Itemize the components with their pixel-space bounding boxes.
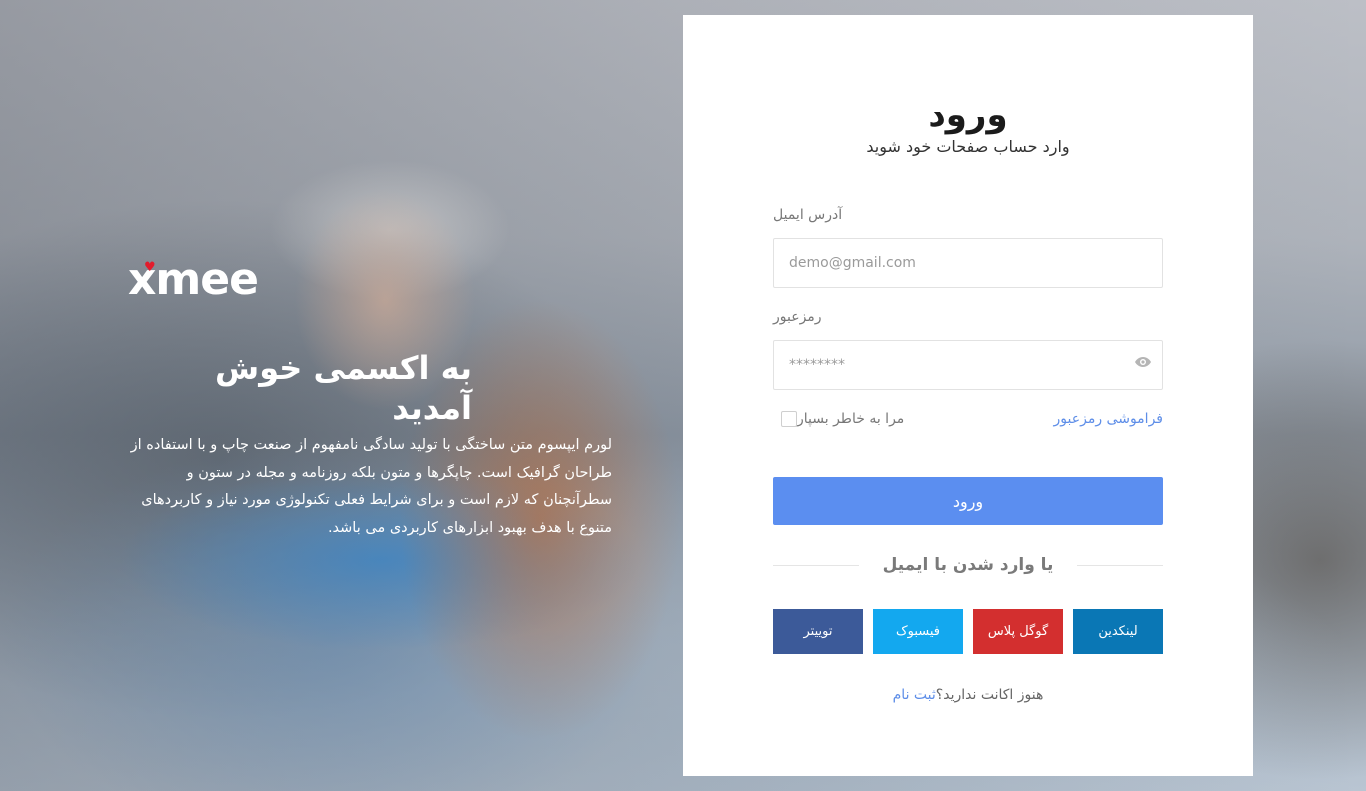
- signup-prompt-text: هنوز اکانت ندارید؟: [935, 687, 1044, 703]
- password-label: رمزعبور: [773, 309, 1163, 325]
- hero-section: xmee ♥ به اکسمی خوش آمدید لورم ایپسوم مت…: [128, 258, 612, 542]
- divider-line: [1077, 564, 1164, 566]
- social-buttons: توییتر فیسبوک گوگل پلاس لینکدین: [773, 609, 1163, 654]
- hero-description: لورم ایپسوم متن ساختگی با تولید سادگی نا…: [130, 437, 612, 536]
- remember-label: مرا به خاطر بسپار: [797, 411, 905, 427]
- linkedin-button[interactable]: لینکدین: [1073, 609, 1163, 654]
- logo: xmee ♥: [128, 258, 259, 302]
- facebook-button[interactable]: فیسبوک: [873, 609, 963, 654]
- twitter-button[interactable]: توییتر: [773, 609, 863, 654]
- social-divider: یا وارد شدن با ایمیل: [773, 553, 1164, 577]
- password-field[interactable]: [773, 340, 1163, 390]
- signup-prompt: هنوز اکانت ندارید؟ثبت نام: [773, 687, 1163, 703]
- login-card: ورود وارد حساب صفحات خود شوید آدرس ایمیل…: [683, 15, 1253, 776]
- heart-icon: ♥: [144, 260, 156, 275]
- forgot-password-link[interactable]: فراموشی رمزعبور: [1054, 409, 1163, 429]
- email-label: آدرس ایمیل: [773, 207, 1163, 223]
- login-button[interactable]: ورود: [773, 477, 1163, 525]
- hero-title: به اکسمی خوش آمدید: [215, 349, 472, 427]
- login-subtitle: وارد حساب صفحات خود شوید: [866, 137, 1070, 156]
- signup-link[interactable]: ثبت نام: [893, 687, 936, 703]
- login-title: ورود: [928, 95, 1008, 135]
- eye-icon[interactable]: [1133, 356, 1153, 370]
- divider-text: یا وارد شدن با ایمیل: [882, 555, 1054, 575]
- email-label-text: آدرس ایمیل: [773, 207, 843, 223]
- remember-me[interactable]: مرا به خاطر بسپار: [773, 409, 904, 429]
- email-field[interactable]: [773, 238, 1163, 288]
- remember-checkbox[interactable]: [781, 411, 797, 427]
- divider-line: [773, 564, 859, 566]
- password-label-text: رمزعبور: [773, 309, 822, 325]
- googleplus-button[interactable]: گوگل پلاس: [973, 609, 1063, 654]
